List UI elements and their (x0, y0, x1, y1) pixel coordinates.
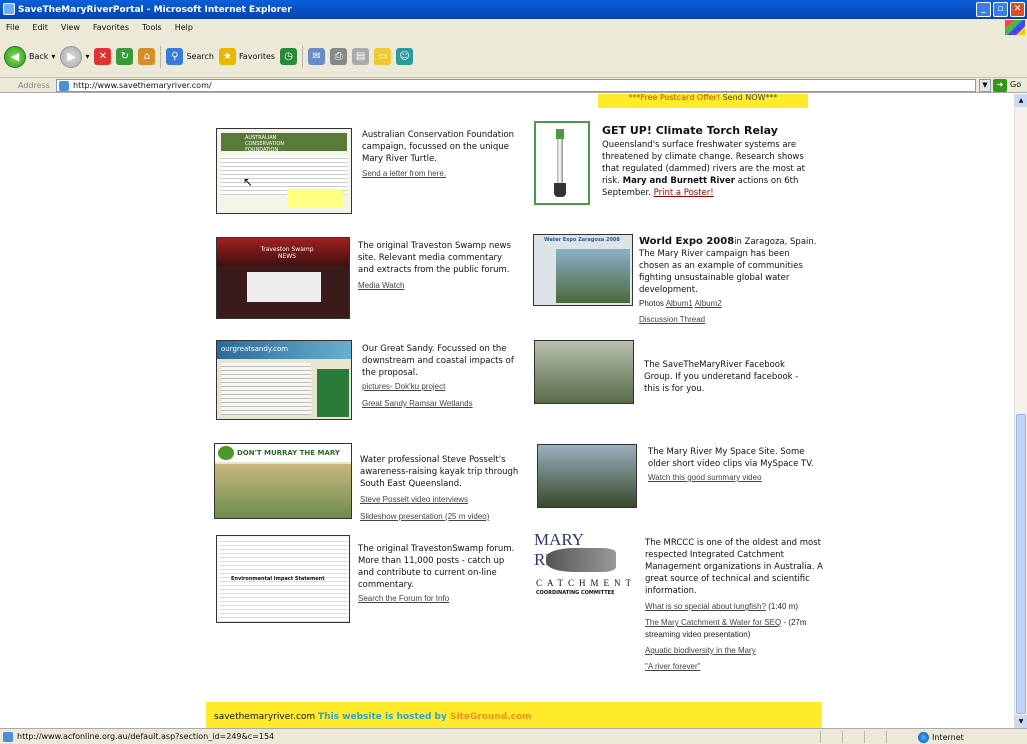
hosted-by-text: This website is hosted by (318, 712, 450, 722)
search-button[interactable]: ⚲ Search (166, 44, 214, 70)
edit-icon[interactable]: ▤ (352, 48, 370, 65)
torch-relay-thumbnail[interactable] (534, 121, 590, 205)
scroll-down-icon[interactable]: ▼ (1015, 715, 1027, 728)
footer-site: savethemaryriver.com (214, 712, 316, 722)
siteground-link[interactable]: SiteGround.com (450, 712, 532, 722)
address-input[interactable]: http://www.savethemaryriver.com/ (56, 79, 976, 92)
home-icon[interactable]: ⌂ (138, 48, 156, 65)
logo-icon (218, 446, 234, 460)
cursor-icon: ↖ (243, 175, 254, 189)
torch-relay-title: GET UP! Climate Torch Relay (602, 124, 778, 137)
search-icon: ⚲ (166, 48, 184, 65)
ourgreatsandy-thumbnail[interactable]: ourgreatsandy.com (216, 340, 352, 420)
star-icon: ★ (218, 48, 236, 65)
mail-icon[interactable]: ✉ (308, 48, 326, 65)
history-icon[interactable]: ◷ (280, 48, 298, 65)
forum-block: The original TravestonSwamp forum. More … (358, 543, 518, 605)
page-icon (59, 81, 69, 91)
menu-edit[interactable]: Edit (32, 23, 48, 32)
facebook-block: The SaveTheMaryRiver Facebook Group. If … (644, 360, 799, 394)
close-button[interactable]: ✕ (1010, 2, 1025, 17)
myspace-thumbnail[interactable] (537, 444, 637, 508)
address-bar: Address http://www.savethemaryriver.com/… (0, 78, 1027, 93)
torch-relay-block: GET UP! Climate Torch Relay Queensland's… (602, 124, 805, 198)
top-banner: ***Free Postcard Offer! Send NOW*** (598, 94, 808, 108)
address-dropdown-icon[interactable]: ▼ (979, 79, 991, 92)
media-watch-link[interactable]: Media Watch (358, 280, 518, 292)
menu-file[interactable]: File (6, 23, 19, 32)
summary-video-link[interactable]: Watch this good summary video (648, 472, 818, 484)
album1-link[interactable]: Album1 (666, 299, 693, 308)
globe-icon (918, 732, 929, 743)
acf-letter-link[interactable]: Send a letter from here. (362, 168, 522, 180)
scroll-thumb[interactable] (1016, 414, 1026, 714)
traveston-news-block: The original Traveston Swamp news site. … (358, 240, 518, 292)
traveston-news-thumbnail[interactable]: Traveston Swamp NEWS (216, 237, 350, 319)
facebook-group-thumbnail[interactable] (534, 340, 634, 404)
back-button[interactable]: ◀ Back ▾ (4, 44, 55, 70)
ie-icon (3, 3, 15, 15)
postcard-link[interactable]: ***Free Postcard Offer! (629, 94, 721, 102)
world-expo-block: World Expo 2008in Zaragoza, Spain. The M… (639, 236, 819, 326)
security-zone: Internet (918, 732, 964, 743)
search-forum-link[interactable]: Search the Forum for Info (358, 593, 518, 605)
window-title: SaveTheMaryRiverPortal - Microsoft Inter… (18, 4, 292, 15)
minimize-button[interactable]: _ (976, 2, 991, 17)
title-bar: SaveTheMaryRiverPortal - Microsoft Inter… (0, 0, 1027, 19)
browser-window: SaveTheMaryRiverPortal - Microsoft Inter… (0, 0, 1027, 744)
status-bar: http://www.acfonline.org.au/default.asp?… (0, 728, 1027, 744)
menu-favorites[interactable]: Favorites (93, 23, 129, 32)
mrccc-block: The MRCCC is one of the oldest and most … (645, 537, 825, 673)
posselt-interviews-link[interactable]: Steve Posselt video interviews (360, 494, 525, 506)
forward-arrow-icon: ▶ (60, 45, 83, 68)
kayak-block: Water professional Steve Posselt's aware… (360, 454, 525, 523)
water-for-seq-link[interactable]: The Mary Catchment & Water for SEQ (645, 618, 781, 627)
vertical-scrollbar[interactable]: ▲ ▼ (1014, 94, 1027, 728)
ourgreatsandy-block: Our Great Sandy. Focussed on the downstr… (362, 343, 522, 410)
folder-icon[interactable]: ▭ (374, 48, 392, 65)
menu-tools[interactable]: Tools (142, 23, 162, 32)
back-arrow-icon: ◀ (4, 45, 26, 68)
maximize-button[interactable]: ▫ (993, 2, 1008, 17)
footer-banner: savethemaryriver.com This website is hos… (206, 702, 822, 728)
stop-icon[interactable]: ✕ (94, 48, 112, 65)
aquatic-biodiversity-link[interactable]: Aquatic biodiversity in the Mary (645, 645, 825, 657)
acf-block: Australian Conservation Foundation campa… (362, 129, 522, 180)
go-arrow-icon[interactable]: ➜ (993, 79, 1007, 92)
address-label: Address (18, 80, 50, 90)
forward-button[interactable]: ▶ ▾ (60, 44, 89, 70)
status-url: http://www.acfonline.org.au/default.asp?… (17, 732, 275, 741)
menu-view[interactable]: View (61, 23, 80, 32)
lungfish-link[interactable]: What is so special about lungfish? (645, 602, 766, 611)
forum-thumbnail[interactable]: Environmental Impact Statement (216, 535, 350, 623)
lungfish-icon (546, 548, 616, 572)
album2-link[interactable]: Album2 (695, 299, 722, 308)
favorites-button[interactable]: ★ Favorites (218, 44, 275, 70)
menu-bar: File Edit View Favorites Tools Help (0, 19, 1027, 36)
messenger-icon[interactable]: ☺ (396, 48, 414, 65)
refresh-icon[interactable]: ↻ (116, 48, 134, 65)
print-poster-link[interactable]: Print a Poster! (654, 188, 714, 198)
page-status-icon (3, 731, 13, 742)
water-expo-thumbnail[interactable]: Water Expo Zaragoza 2008 (533, 234, 633, 306)
mrccc-logo[interactable]: MARY RIVER CATCHMENT COORDINATING COMMIT… (534, 530, 638, 602)
go-button[interactable]: Go (1010, 80, 1021, 89)
address-url: http://www.savethemaryriver.com/ (73, 81, 212, 90)
discussion-thread-link[interactable]: Discussion Thread (639, 314, 819, 326)
dont-murray-thumbnail[interactable]: DON'T MURRAY THE MARY (214, 443, 352, 519)
myspace-block: The Mary River My Space Site. Some older… (648, 446, 818, 484)
menu-help[interactable]: Help (175, 23, 193, 32)
toolbar: ◀ Back ▾ ▶ ▾ ✕ ↻ ⌂ ⚲ Search ★ Favorites ◷ ✉ ⎙… (0, 36, 1027, 78)
slideshow-link[interactable]: Slideshow presentation (25 m video) (360, 511, 525, 523)
scroll-up-icon[interactable]: ▲ (1015, 94, 1027, 107)
dokku-project-link[interactable]: pictures- Dok'ku project (362, 381, 522, 393)
river-forever-link[interactable]: "A river forever" (645, 661, 825, 673)
world-expo-title: World Expo 2008 (639, 236, 735, 247)
ramsar-wetlands-link[interactable]: Great Sandy Ramsar Wetlands (362, 398, 522, 410)
windows-logo-icon (1005, 20, 1025, 35)
print-icon[interactable]: ⎙ (330, 48, 348, 65)
acf-thumbnail[interactable]: AUSTRALIAN CONSERVATION FOUNDATION ↖ (216, 128, 352, 214)
page-content: ***Free Postcard Offer! Send NOW*** AUST… (0, 94, 1014, 728)
